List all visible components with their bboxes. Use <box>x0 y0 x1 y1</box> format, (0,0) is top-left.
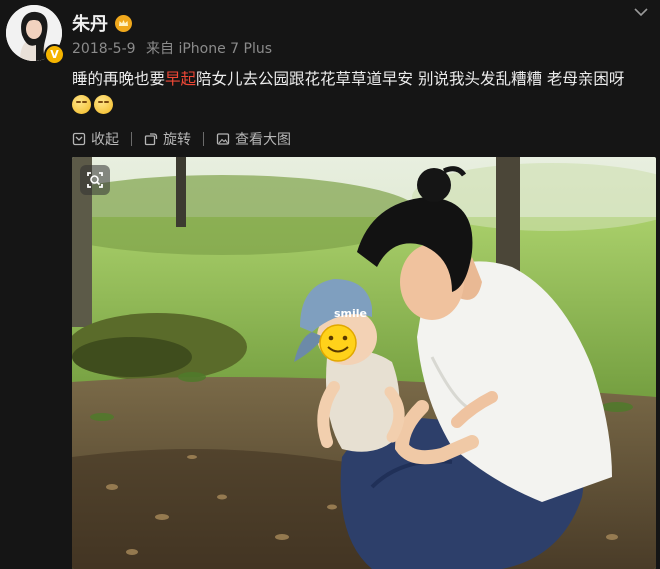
rotate-label: 旋转 <box>163 132 191 148</box>
post-date: 2018-5-9 <box>72 41 136 57</box>
divider <box>203 132 204 146</box>
cap-text: smile <box>334 307 367 320</box>
verified-badge: V <box>44 44 65 65</box>
lens-search-button[interactable] <box>80 165 110 195</box>
post-text: 睡的再晚也要早起陪女儿去公园跟花花草草道早安 别说我头发乱糟糟 老母亲困呀 <box>72 66 652 120</box>
image-icon <box>216 133 230 145</box>
weibo-post: V 朱丹 2018-5-9 来自 iPhone 7 Plus 睡的再晚也要早起陪… <box>0 0 660 569</box>
collapse-icon <box>72 132 86 146</box>
collapse-label: 收起 <box>91 132 119 148</box>
post-text-highlight: 早起 <box>165 70 197 88</box>
photo-mother-and-baby-in-park: smile <box>72 157 656 569</box>
rotate-icon <box>144 133 158 146</box>
sleepy-emoji <box>94 95 113 114</box>
collapse-button[interactable]: 收起 <box>72 129 119 149</box>
view-large-button[interactable]: 查看大图 <box>216 129 291 149</box>
rotate-button[interactable]: 旋转 <box>144 129 191 149</box>
chevron-down-icon[interactable] <box>634 7 648 17</box>
user-name[interactable]: 朱丹 <box>72 10 108 36</box>
divider <box>131 132 132 146</box>
post-image[interactable]: smile <box>72 157 656 569</box>
sleepy-emoji <box>72 95 91 114</box>
crown-icon[interactable] <box>115 14 132 32</box>
lens-icon <box>87 172 103 188</box>
post-text-after: 陪女儿去公园跟花花草草道早安 别说我头发乱糟糟 老母亲困呀 <box>196 70 625 88</box>
post-source: 来自 iPhone 7 Plus <box>146 41 273 57</box>
view-large-label: 查看大图 <box>235 132 291 148</box>
post-text-before: 睡的再晚也要 <box>72 70 166 88</box>
user-name-row: 朱丹 <box>72 10 132 36</box>
post-meta: 2018-5-9 来自 iPhone 7 Plus <box>72 38 272 58</box>
image-actions: 收起 旋转 查看大图 <box>72 128 291 150</box>
